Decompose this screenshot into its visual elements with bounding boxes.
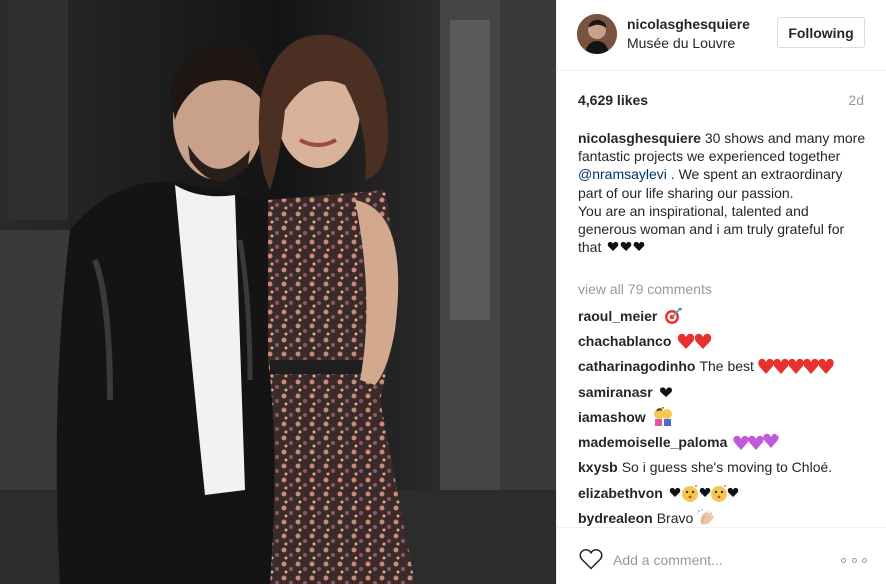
comment-text: The best [699,358,754,375]
dot-icon [841,557,846,563]
comment-item: kxysb So i guess she's moving to Chloé. [578,455,878,480]
comment-item: elizabethvon [578,480,878,505]
post-header: nicolasghesquiere Musée du Louvre Follow… [557,0,886,71]
red-hearts-icon [677,332,713,350]
black-hearts-icon [607,240,647,252]
comment-username[interactable]: mademoiselle_paloma [578,433,727,451]
caption-paragraph-2: You are an inspirational, talented and g… [578,202,868,257]
following-button[interactable]: Following [777,17,865,48]
comment-item: iamashow [578,404,878,429]
comment-username[interactable]: samiranasr [578,383,653,401]
post-author-username[interactable]: nicolasghesquiere [627,16,750,32]
comment-username[interactable]: kxysb [578,458,618,476]
post-details-panel: nicolasghesquiere Musée du Louvre Follow… [556,0,886,584]
dot-icon [851,557,857,563]
post-caption: nicolasghesquiere 30 shows and many more… [578,129,868,256]
comments-list: raoul_meier chachablanco catharinagodinh… [578,303,878,531]
comment-item: chachablanco [578,328,878,353]
comment-item: samiranasr [578,379,878,404]
likes-count[interactable]: 4,629 likes [578,92,648,108]
post-location[interactable]: Musée du Louvre [627,35,735,51]
post-photo[interactable] [0,0,556,584]
post-footer: Add a comment... [557,527,886,584]
comment-username[interactable]: elizabethvon [578,484,663,502]
comment-username[interactable]: iamashow [578,408,646,426]
target-icon [663,307,683,325]
avatar-image [577,14,617,54]
comment-item: mademoiselle_paloma [578,429,878,454]
comment-username[interactable]: bydrealeon [578,509,653,527]
comment-username[interactable]: raoul_meier [578,307,657,325]
kissing-couple-icon [652,406,674,427]
post-age[interactable]: 2d [848,92,864,108]
caption-paragraph-1: nicolasghesquiere 30 shows and many more… [578,129,868,202]
heart-outline-icon[interactable] [579,548,603,570]
more-options-icon[interactable] [841,556,867,564]
couple-photo-illustration [0,0,556,584]
comment-text: Bravo [656,510,694,527]
clapping-hands-icon [697,509,717,527]
comment-item: catharinagodinho The best [578,354,878,379]
add-comment-input[interactable]: Add a comment... [613,552,723,568]
kiss-faces-hearts-icon [669,483,739,503]
red-hearts-icon [758,357,836,375]
comment-username[interactable]: catharinagodinho [578,357,695,375]
caption-mention-link[interactable]: @nramsaylevi [578,166,667,182]
comment-item: raoul_meier [578,303,878,328]
purple-hearts-icon [733,433,781,451]
view-all-comments-link[interactable]: view all 79 comments [578,281,712,297]
avatar[interactable] [577,14,617,54]
dot-icon [862,557,867,563]
caption-username[interactable]: nicolasghesquiere [578,130,701,146]
comment-username[interactable]: chachablanco [578,332,671,350]
comment-text: So i guess she's moving to Chloé. [621,459,833,476]
black-heart-icon [659,386,673,398]
